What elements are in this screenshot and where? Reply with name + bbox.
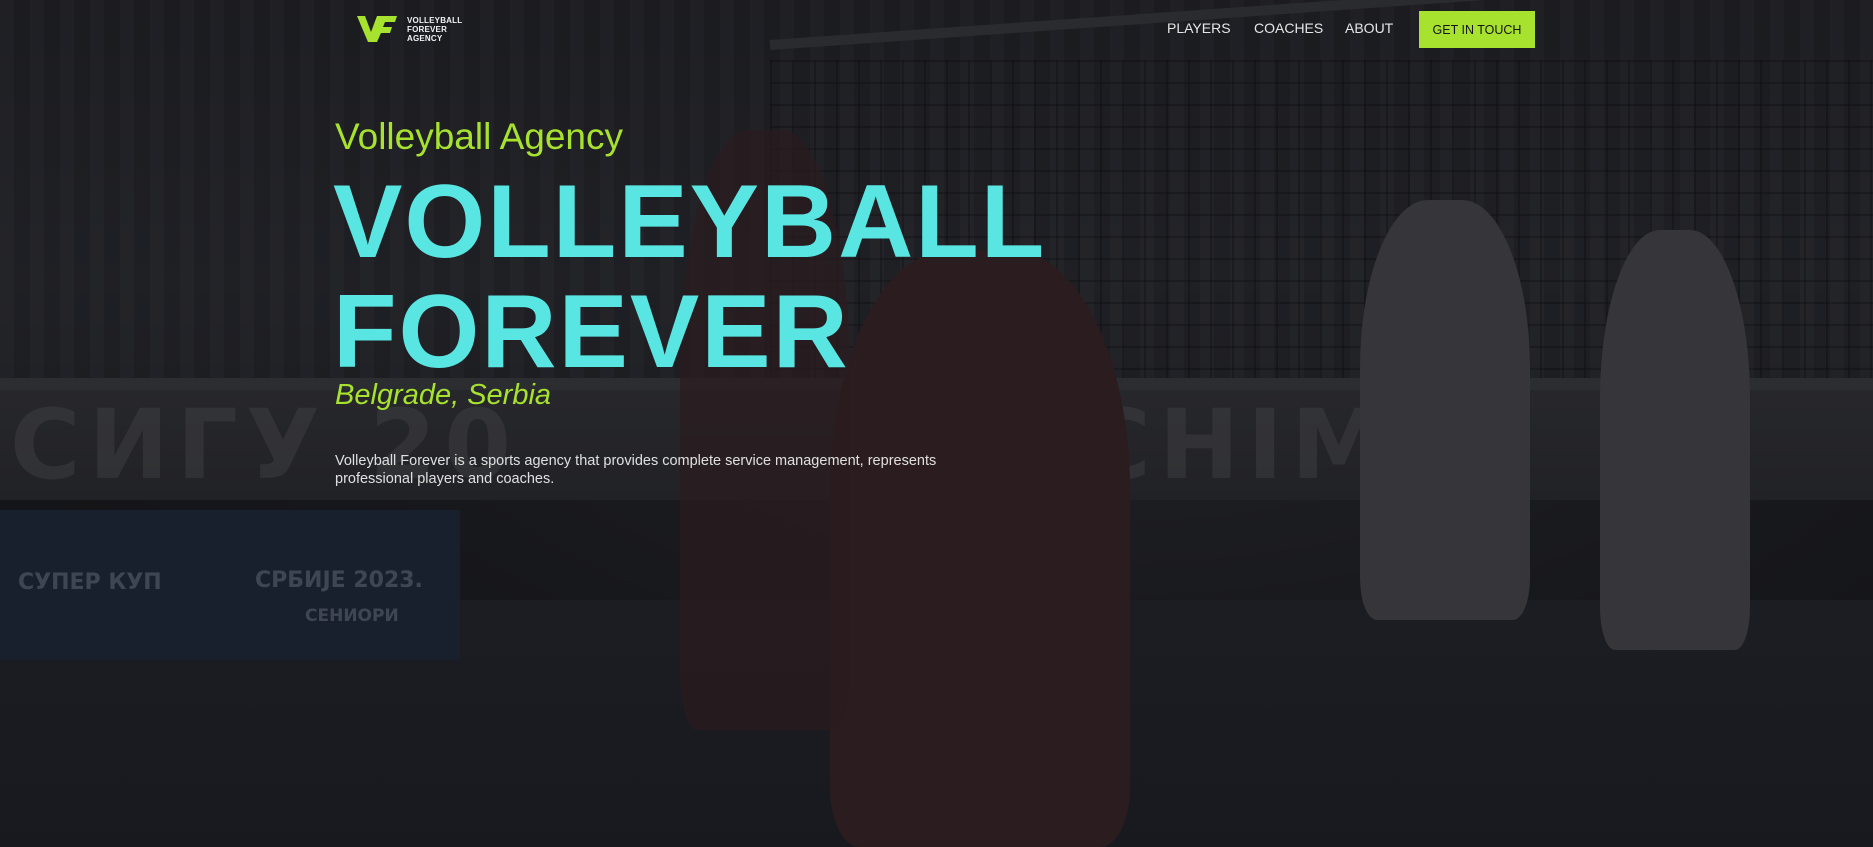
top-navigation: VOLLEYBALL FOREVER AGENCY PLAYERS COACHE… [0, 0, 1873, 60]
hero-location: Belgrade, Serbia [335, 379, 552, 411]
hero-eyebrow: Volleyball Agency [335, 116, 623, 157]
logo-wordmark: VOLLEYBALL FOREVER AGENCY [407, 16, 462, 43]
logo-line-1: VOLLEYBALL [407, 15, 463, 25]
nav-link-coaches[interactable]: COACHES [1254, 20, 1323, 36]
background-photo: СИГУ 20 CHIMP СУПЕР КУП СРБИЈЕ 2023. СЕН… [0, 0, 1873, 847]
nav-link-about[interactable]: ABOUT [1345, 20, 1393, 36]
logo-line-2: FOREVER [407, 24, 448, 34]
get-in-touch-button[interactable]: GET IN TOUCH [1419, 11, 1535, 48]
logo-line-3: AGENCY [407, 33, 443, 43]
nav-link-players[interactable]: PLAYERS [1167, 20, 1231, 36]
headline-line-1: VOLLEYBALL [333, 164, 1047, 280]
hero-description: Volleyball Forever is a sports agency th… [335, 452, 937, 487]
hero-headline: VOLLEYBALL FOREVER [333, 167, 1046, 387]
brand-logo[interactable]: VOLLEYBALL FOREVER AGENCY [355, 12, 462, 46]
hero-section: СИГУ 20 CHIMP СУПЕР КУП СРБИЈЕ 2023. СЕН… [0, 0, 1873, 847]
headline-line-2: FOREVER [333, 274, 850, 390]
vf-logo-icon [355, 12, 399, 46]
dark-overlay [0, 0, 1873, 847]
